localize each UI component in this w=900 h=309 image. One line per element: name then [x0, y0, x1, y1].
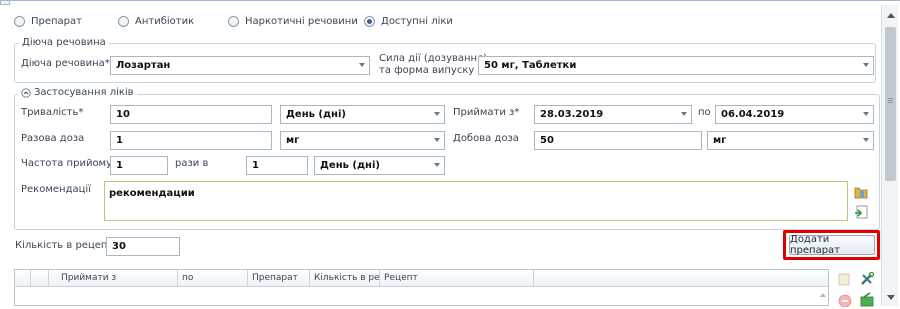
radio-dot	[228, 15, 239, 27]
import-icon[interactable]	[852, 203, 870, 221]
grip-line	[888, 98, 893, 99]
period-unit-select[interactable]: День (дні)	[314, 156, 445, 175]
daily-dose-label: Добова доза	[453, 133, 519, 144]
to-date-value: 06.04.2019	[721, 109, 785, 120]
radio-label-narcotics: Наркотичні речовини	[245, 15, 358, 27]
strength-label-line1: Сила дії (дозування)	[379, 53, 488, 64]
collapse-icon	[21, 87, 31, 98]
active-ingredient-label: Діюча речовина*	[21, 58, 110, 69]
usage-legend[interactable]: Застосування ліків	[18, 87, 137, 98]
strength-form-value: 50 мг, Таблетки	[484, 60, 577, 71]
tools-icon[interactable]	[858, 270, 876, 288]
daily-dose-input[interactable]: 50	[534, 131, 702, 150]
to-date[interactable]: 06.04.2019	[715, 105, 874, 124]
duration-input[interactable]: 10	[110, 105, 272, 124]
strength-form-select[interactable]: 50 мг, Таблетки	[478, 56, 874, 75]
chevron-down-icon	[359, 63, 365, 67]
grip-line	[888, 100, 893, 101]
scroll-thumb[interactable]	[885, 27, 896, 181]
radio-preparation[interactable]: Препарат	[14, 13, 82, 29]
daily-dose-unit-select[interactable]: мг	[707, 131, 874, 150]
export-icon[interactable]	[858, 290, 876, 308]
chevron-down-icon	[681, 112, 687, 116]
single-dose-label: Разова доза	[21, 133, 85, 144]
active-ingredient-value: Лозартан	[116, 60, 171, 71]
radio-label-available-medicines: Доступні ліки	[381, 15, 453, 27]
chevron-down-icon	[863, 63, 869, 67]
import-graphic	[855, 205, 868, 219]
grid-col-preparation[interactable]: Препарат	[248, 270, 310, 287]
times-in-label: рази в	[175, 158, 209, 169]
chevron-down-icon	[434, 138, 440, 142]
export-graphic	[860, 292, 874, 307]
grip-line	[888, 102, 893, 103]
take-from-label: Приймати з*	[453, 107, 520, 118]
folder-graphic	[854, 187, 868, 199]
active-ingredient-legend: Діюча речовина	[19, 37, 109, 48]
add-preparation-button[interactable]: Додати препарат	[789, 234, 875, 256]
scroll-up-icon[interactable]	[887, 13, 895, 18]
to-label: по	[698, 107, 711, 118]
recommendations-value: рекомендации	[109, 188, 195, 199]
tab-stub	[0, 1, 10, 5]
radio-narcotics[interactable]: Наркотичні речовини	[228, 13, 358, 29]
tools-graphic	[861, 271, 875, 285]
radio-label-antibiotic: Антибіотик	[135, 15, 195, 27]
grid-scroll-up-icon	[820, 293, 826, 297]
quantity-input[interactable]: 30	[106, 237, 180, 256]
radio-label-preparation: Препарат	[31, 15, 82, 27]
radio-antibiotic[interactable]: Антибіотик	[118, 13, 194, 29]
chevron-down-icon	[434, 112, 440, 116]
chevron-down-icon	[434, 163, 440, 167]
daily-dose-value: 50	[540, 135, 554, 146]
folder-icon[interactable]	[852, 183, 870, 201]
period-value: 1	[252, 160, 259, 171]
duration-label: Тривалість*	[21, 107, 84, 118]
take-from-date[interactable]: 28.03.2019	[534, 105, 692, 124]
duration-value: 10	[116, 109, 130, 120]
delete-graphic	[838, 294, 852, 307]
chevron-down-icon	[863, 138, 869, 142]
grid-col-prescription[interactable]: Рецепт	[380, 270, 534, 287]
grid-col-quantity[interactable]: Кількість в ре	[310, 270, 380, 287]
chevron-down-icon	[863, 112, 869, 116]
radio-dot	[14, 15, 25, 27]
grid-col-take-from[interactable]: Приймати з	[49, 270, 178, 287]
frequency-value: 1	[116, 160, 123, 171]
usage-legend-label: Застосування ліків	[34, 87, 134, 98]
single-dose-unit-value: мг	[286, 135, 300, 146]
frequency-label: Частота прийому	[21, 158, 113, 169]
period-unit-value: День (дні)	[320, 160, 380, 171]
recommendations-textarea[interactable]: рекомендации	[104, 181, 848, 221]
main-vertical-scrollbar[interactable]	[881, 5, 898, 306]
single-dose-input[interactable]: 1	[110, 131, 272, 150]
grid-col-indicator	[15, 270, 31, 287]
prescriptions-grid: Приймати з по Препарат Кількість в ре Ре…	[14, 269, 829, 306]
scroll-down-icon[interactable]	[887, 295, 895, 300]
delete-icon[interactable]	[836, 290, 854, 308]
single-dose-unit-select[interactable]: мг	[280, 131, 445, 150]
prescription-form: Препарат Антибіотик Наркотичні речовини …	[0, 0, 900, 309]
edit-graphic	[838, 273, 850, 286]
radio-available-medicines[interactable]: Доступні ліки	[364, 13, 453, 29]
quantity-label: Кількість в рецепт	[15, 240, 114, 251]
period-input[interactable]: 1	[246, 156, 308, 175]
grid-col-check	[31, 270, 49, 287]
grid-col-to[interactable]: по	[178, 270, 248, 287]
grid-scrollbar[interactable]	[817, 287, 829, 306]
recommendations-label: Рекомендації	[21, 184, 91, 195]
radio-dot	[118, 15, 129, 27]
duration-unit-select[interactable]: День (дні)	[280, 105, 445, 124]
frequency-input[interactable]: 1	[110, 156, 168, 175]
radio-dot-checked	[364, 15, 375, 27]
duration-unit-value: День (дні)	[286, 109, 346, 120]
daily-dose-unit-value: мг	[713, 135, 727, 146]
active-ingredient-select[interactable]: Лозартан	[110, 56, 370, 75]
strength-label-line2: та форма випуску	[379, 65, 475, 76]
quantity-value: 30	[112, 241, 126, 252]
edit-icon[interactable]	[836, 270, 854, 288]
single-dose-value: 1	[116, 135, 123, 146]
take-from-value: 28.03.2019	[540, 109, 604, 120]
grid-header: Приймати з по Препарат Кількість в ре Ре…	[15, 270, 828, 287]
